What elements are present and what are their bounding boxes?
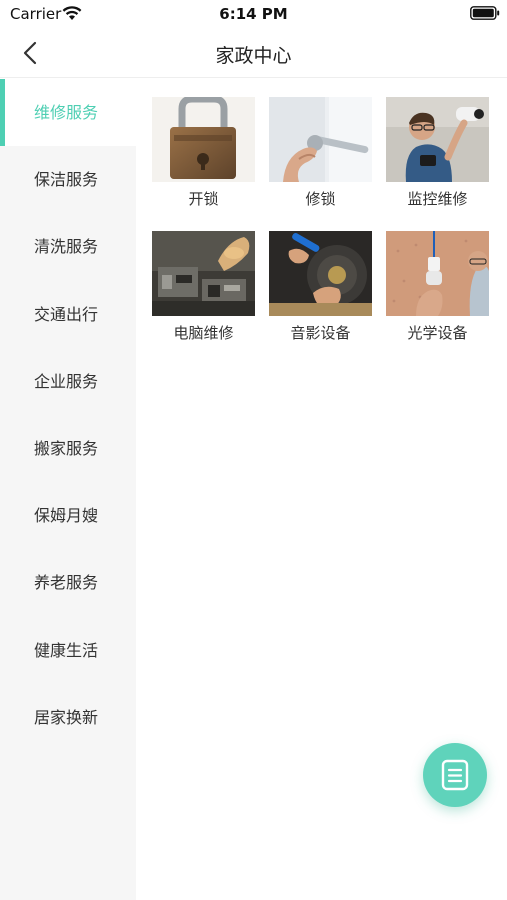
light-fixture-install-photo: [386, 231, 489, 316]
sidebar-item-moving[interactable]: 搬家服务: [0, 415, 136, 482]
padlock-photo: [152, 97, 255, 182]
sidebar-item-health[interactable]: 健康生活: [0, 617, 136, 684]
sidebar-item-enterprise[interactable]: 企业服务: [0, 348, 136, 415]
orders-fab-button[interactable]: [423, 743, 487, 807]
service-label: 电脑维修: [173, 324, 234, 342]
sidebar-item-transport[interactable]: 交通出行: [0, 281, 136, 348]
service-lock-repair[interactable]: 修锁: [269, 97, 372, 209]
sidebar-item-repair[interactable]: 维修服务: [0, 79, 136, 147]
door-handle-repair-photo: [269, 97, 372, 182]
category-sidebar: 维修服务 保洁服务 清洗服务 交通出行 企业服务 搬家服务 保姆月嫂 养老服务 …: [0, 79, 136, 900]
service-audio-video[interactable]: 音影设备: [269, 231, 372, 343]
service-computer-repair[interactable]: 电脑维修: [152, 231, 255, 343]
service-optical[interactable]: 光学设备: [386, 231, 489, 343]
sidebar-item-washing[interactable]: 清洗服务: [0, 213, 136, 280]
sidebar-item-nanny[interactable]: 保姆月嫂: [0, 482, 136, 549]
page-title: 家政中心: [215, 45, 292, 67]
status-bar: Carrier 6:14 PM: [0, 0, 507, 28]
service-label: 监控维修: [407, 190, 468, 208]
service-label: 音影设备: [290, 324, 351, 342]
service-label: 修锁: [305, 190, 336, 208]
service-label: 开锁: [188, 190, 219, 208]
status-time: 6:14 PM: [219, 5, 288, 23]
service-label: 光学设备: [407, 324, 468, 342]
speaker-repair-photo: [269, 231, 372, 316]
cctv-camera-install-photo: [386, 97, 489, 182]
sidebar-item-home-renewal[interactable]: 居家换新: [0, 684, 136, 751]
service-unlock[interactable]: 开锁: [152, 97, 255, 209]
document-list-icon: [441, 759, 469, 791]
circuit-board-repair-photo: [152, 231, 255, 316]
service-cctv-repair[interactable]: 监控维修: [386, 97, 489, 209]
sidebar-item-cleaning[interactable]: 保洁服务: [0, 146, 136, 213]
sidebar-item-elderly-care[interactable]: 养老服务: [0, 549, 136, 616]
battery-icon: [470, 6, 500, 20]
navigation-bar: 家政中心: [0, 28, 507, 78]
